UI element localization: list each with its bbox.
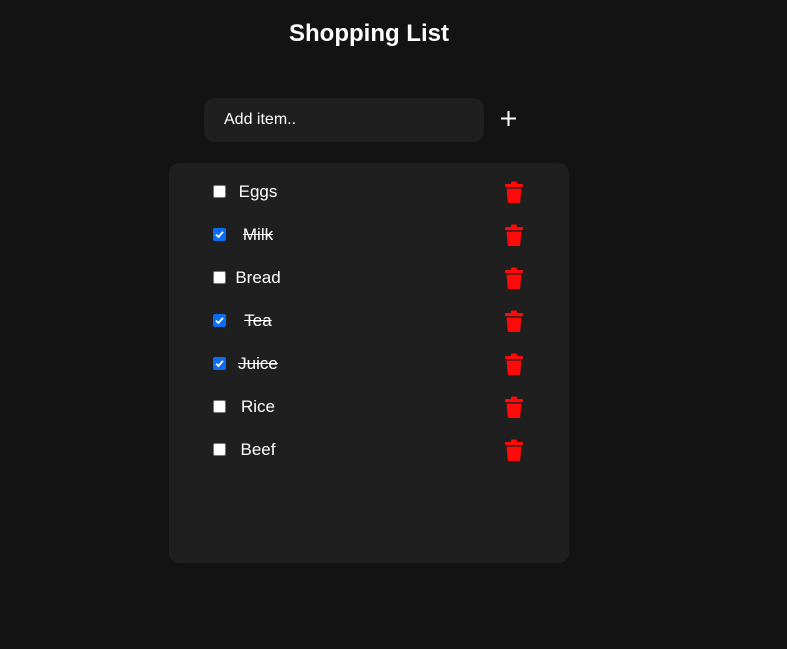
delete-item-button[interactable] xyxy=(502,180,526,204)
delete-item-button[interactable] xyxy=(502,309,526,333)
delete-item-button[interactable] xyxy=(502,438,526,462)
item-checkbox[interactable] xyxy=(213,185,226,198)
item-label: Rice xyxy=(240,397,275,416)
trash-icon xyxy=(505,396,523,418)
item-label: Eggs xyxy=(238,182,278,201)
trash-icon xyxy=(505,439,523,461)
plus-icon xyxy=(500,111,516,129)
item-label: Juice xyxy=(238,354,278,373)
list-item: Beef xyxy=(169,435,569,465)
item-checkbox[interactable] xyxy=(213,400,226,413)
item-label: Bread xyxy=(235,268,281,287)
trash-icon xyxy=(505,310,523,332)
add-item-button[interactable] xyxy=(493,103,523,137)
list-item: Tea xyxy=(169,306,569,336)
delete-item-button[interactable] xyxy=(502,352,526,376)
trash-icon xyxy=(505,181,523,203)
trash-icon xyxy=(505,353,523,375)
list-item: Rice xyxy=(169,392,569,422)
list-item: Juice xyxy=(169,349,569,379)
trash-icon xyxy=(505,224,523,246)
delete-item-button[interactable] xyxy=(502,223,526,247)
list-item: Eggs xyxy=(169,177,569,207)
delete-item-button[interactable] xyxy=(502,266,526,290)
list-item: Bread xyxy=(169,263,569,293)
list-item: Milk xyxy=(169,220,569,250)
item-label: Beef xyxy=(240,440,276,459)
item-checkbox[interactable] xyxy=(213,271,226,284)
page-title: Shopping List xyxy=(289,20,449,47)
delete-item-button[interactable] xyxy=(502,395,526,419)
item-label: Milk xyxy=(242,225,274,244)
item-checkbox[interactable] xyxy=(213,228,226,241)
trash-icon xyxy=(505,267,523,289)
shopping-list-panel: Eggs Milk Bread Tea Juice Rice Beef xyxy=(169,163,569,563)
add-item-input[interactable] xyxy=(204,98,484,142)
item-checkbox[interactable] xyxy=(213,314,226,327)
item-label: Tea xyxy=(244,311,272,330)
item-checkbox[interactable] xyxy=(213,443,226,456)
item-checkbox[interactable] xyxy=(213,357,226,370)
